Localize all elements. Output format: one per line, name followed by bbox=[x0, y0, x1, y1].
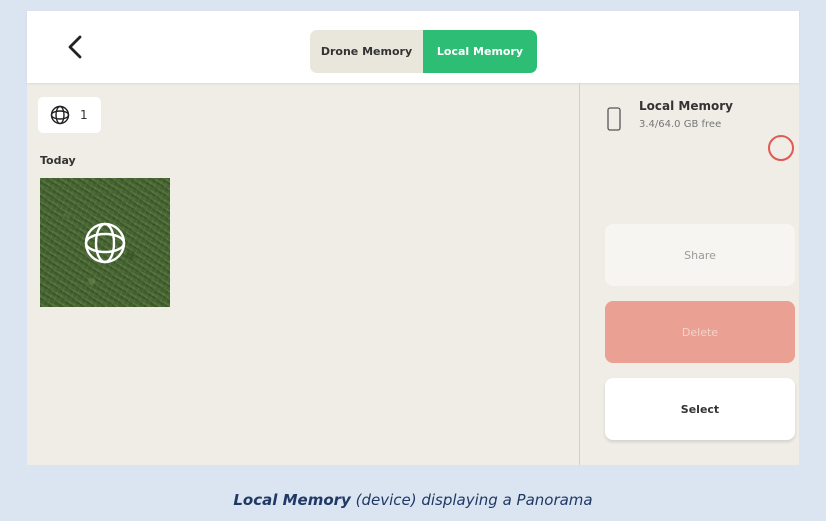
media-count-chip[interactable]: 1 bbox=[38, 97, 101, 133]
figure-frame: Drone Memory Local Memory 1 Today Local … bbox=[0, 0, 826, 521]
back-button[interactable] bbox=[57, 29, 93, 65]
share-button[interactable]: Share bbox=[605, 224, 795, 286]
panorama-globe-icon bbox=[50, 105, 70, 125]
top-bar: Drone Memory Local Memory bbox=[27, 11, 799, 83]
tab-local-memory[interactable]: Local Memory bbox=[423, 30, 537, 73]
chevron-left-icon bbox=[68, 35, 82, 59]
panorama-globe-icon bbox=[84, 222, 126, 264]
caption-text: (device) displaying a Panorama bbox=[350, 491, 593, 509]
storage-name: Local Memory bbox=[639, 99, 733, 113]
panel-divider bbox=[579, 83, 580, 465]
memory-tab-switch: Drone Memory Local Memory bbox=[310, 30, 537, 73]
media-count: 1 bbox=[80, 108, 88, 122]
figure-caption: Local Memory (device) displaying a Panor… bbox=[0, 491, 826, 509]
tab-drone-memory[interactable]: Drone Memory bbox=[310, 30, 423, 73]
storage-free-space: 3.4/64.0 GB free bbox=[639, 119, 722, 130]
storage-select-radio[interactable] bbox=[768, 135, 794, 161]
phone-icon bbox=[607, 107, 621, 131]
storage-info: Local Memory 3.4/64.0 GB free bbox=[607, 99, 787, 147]
delete-button[interactable]: Delete bbox=[605, 301, 795, 363]
panorama-thumbnail[interactable] bbox=[40, 178, 170, 307]
section-label-today: Today bbox=[40, 154, 76, 167]
app-screen: Drone Memory Local Memory 1 Today Local … bbox=[27, 11, 799, 465]
caption-bold: Local Memory bbox=[233, 491, 351, 509]
select-button[interactable]: Select bbox=[605, 378, 795, 440]
